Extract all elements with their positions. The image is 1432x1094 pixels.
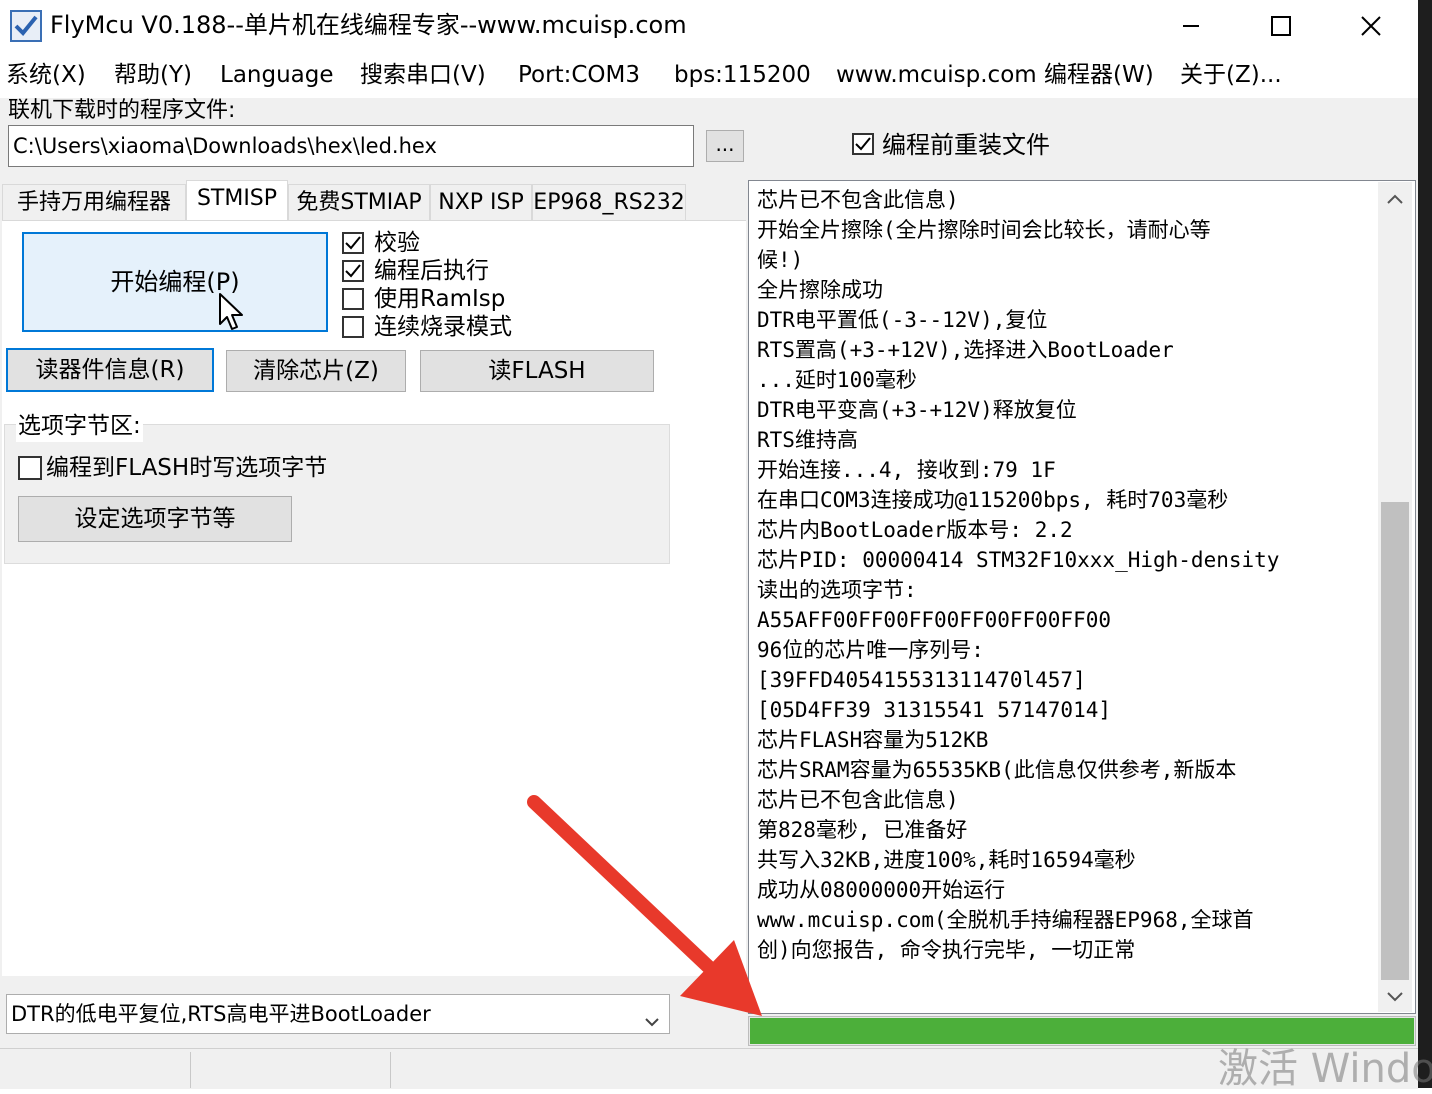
tab-nxp-isp[interactable]: NXP ISP (430, 184, 532, 220)
log-line: 芯片已不包含此信息) (757, 788, 959, 812)
log-line: A55AFF00FF00FF00FF00FF00FF00 (757, 608, 1112, 632)
write-option-bytes-label: 编程到FLASH时写选项字节 (46, 455, 328, 481)
tab-ep968-rs232[interactable]: EP968_RS232 (532, 184, 686, 220)
set-option-bytes-button[interactable]: 设定选项字节等 (18, 496, 292, 542)
use-ramisp-label: 使用RamIsp (374, 286, 506, 312)
scroll-up-icon[interactable] (1384, 190, 1406, 214)
menu-about[interactable]: 关于(Z)... (1180, 58, 1282, 92)
log-lines: 芯片已不包含此信息) 开始全片擦除(全片擦除时间会比较长，请耐心等 候!) 全片擦除成… (757, 185, 1377, 965)
check-icon (345, 264, 361, 278)
log-line: 成功从08000000开始运行 (757, 878, 1006, 902)
reload-file-label: 编程前重装文件 (882, 131, 1050, 159)
tab-stmisp[interactable]: STMISP (186, 180, 288, 222)
status-divider (190, 1052, 191, 1088)
minimize-icon (1183, 25, 1199, 27)
log-line: DTR电平置低(-3--12V),复位 (757, 308, 1048, 332)
close-button[interactable] (1326, 0, 1416, 52)
log-line: [05D4FF39 31315541 57147014] (757, 698, 1112, 722)
log-line: 在串口COM3连接成功@115200bps, 耗时703毫秒 (757, 488, 1229, 512)
log-line: 芯片SRAM容量为65535KB(此信息仅供参考,新版本 (757, 758, 1237, 782)
maximize-icon (1271, 16, 1291, 36)
run-after-program-label: 编程后执行 (374, 258, 489, 284)
menu-programmer[interactable]: www.mcuisp.com 编程器(W) (836, 58, 1154, 92)
start-programming-button[interactable]: 开始编程(P) (22, 232, 328, 332)
log-line: 96位的芯片唯一序列号: (757, 638, 984, 662)
mouse-cursor-icon (218, 292, 246, 336)
minimize-button[interactable] (1146, 0, 1236, 52)
log-line: 开始连接...4, 接收到:79 1F (757, 458, 1056, 482)
log-line: 芯片内BootLoader版本号: 2.2 (757, 518, 1073, 542)
log-line: ...延时100毫秒 (757, 368, 917, 392)
run-after-program-checkbox[interactable] (342, 260, 364, 282)
log-line: [39FFD405415531311470l457] (757, 668, 1086, 692)
menu-system[interactable]: 系统(X) (6, 58, 86, 92)
red-arrow-icon (520, 790, 770, 1024)
window-title: FlyMcu V0.188--单片机在线编程专家--www.mcuisp.com (50, 11, 687, 39)
erase-chip-button[interactable]: 清除芯片(Z) (226, 350, 406, 392)
menu-help[interactable]: 帮助(Y) (114, 58, 192, 92)
menu-search-port[interactable]: 搜索串口(V) (360, 58, 486, 92)
write-option-bytes-checkbox[interactable] (18, 456, 42, 480)
option-byte-group-title: 选项字节区: (16, 410, 143, 442)
log-line: 第828毫秒, 已准备好 (757, 818, 968, 842)
activation-watermark: 激活 Windo (1218, 1046, 1432, 1092)
read-device-info-button[interactable]: 读器件信息(R) (6, 348, 214, 392)
close-icon (1361, 16, 1381, 36)
log-scrollbar-thumb[interactable] (1381, 502, 1409, 980)
reload-file-checkbox[interactable] (852, 133, 874, 155)
check-icon (855, 137, 871, 151)
log-output[interactable]: 芯片已不包含此信息) 开始全片擦除(全片擦除时间会比较长，请耐心等 候!) 全片擦除成… (748, 180, 1416, 1014)
log-line: 共写入32KB,进度100%,耗时16594毫秒 (757, 848, 1136, 872)
read-flash-button[interactable]: 读FLASH (420, 350, 654, 392)
tab-free-stmiap[interactable]: 免费STMIAP (288, 184, 430, 220)
window-edge (1418, 0, 1432, 1088)
status-divider (390, 1052, 391, 1088)
browse-button[interactable]: ... (706, 130, 744, 162)
log-line: www.mcuisp.com(全脱机手持编程器EP968,全球首 (757, 908, 1254, 932)
log-line: 开始全片擦除(全片擦除时间会比较长，请耐心等 (757, 218, 1211, 242)
log-line: 芯片PID: 00000414 STM32F10xxx_High-density (757, 548, 1280, 572)
log-line: 候!) (757, 248, 804, 272)
status-bar (0, 1048, 1418, 1089)
menu-port[interactable]: Port:COM3 (518, 58, 640, 92)
log-line: 读出的选项字节: (757, 578, 917, 602)
menu-bar: 系统(X) 帮助(Y) Language 搜索串口(V) Port:COM3 b… (0, 52, 1418, 98)
scroll-down-icon[interactable] (1384, 986, 1406, 1010)
log-line: 芯片FLASH容量为512KB (757, 728, 989, 752)
app-icon (10, 10, 42, 42)
tab-handheld-programmer[interactable]: 手持万用编程器 (2, 184, 186, 220)
verify-checkbox[interactable] (342, 232, 364, 254)
menu-baud-rate[interactable]: bps:115200 (674, 58, 811, 92)
log-line: RTS置高(+3-+12V),选择进入BootLoader (757, 338, 1174, 362)
check-icon (345, 236, 361, 250)
progress-bar-fill (750, 1018, 1414, 1044)
file-label: 联机下载时的程序文件: (8, 98, 236, 123)
log-line: 芯片已不包含此信息) (757, 188, 959, 212)
log-line: 全片擦除成功 (757, 278, 883, 302)
continuous-burn-label: 连续烧录模式 (374, 314, 512, 340)
log-line: DTR电平变高(+3-+12V)释放复位 (757, 398, 1077, 422)
file-path-input[interactable]: C:\Users\xiaoma\Downloads\hex\led.hex (8, 125, 694, 167)
log-line: 创)向您报告, 命令执行完毕, 一切正常 (757, 938, 1136, 962)
use-ramisp-checkbox[interactable] (342, 288, 364, 310)
menu-language[interactable]: Language (220, 58, 334, 92)
maximize-button[interactable] (1236, 0, 1326, 52)
verify-label: 校验 (374, 230, 420, 256)
continuous-burn-checkbox[interactable] (342, 316, 364, 338)
reset-mode-value: DTR的低电平复位,RTS高电平进BootLoader (11, 1002, 431, 1026)
option-byte-group (4, 424, 670, 564)
log-line: RTS维持高 (757, 428, 858, 452)
